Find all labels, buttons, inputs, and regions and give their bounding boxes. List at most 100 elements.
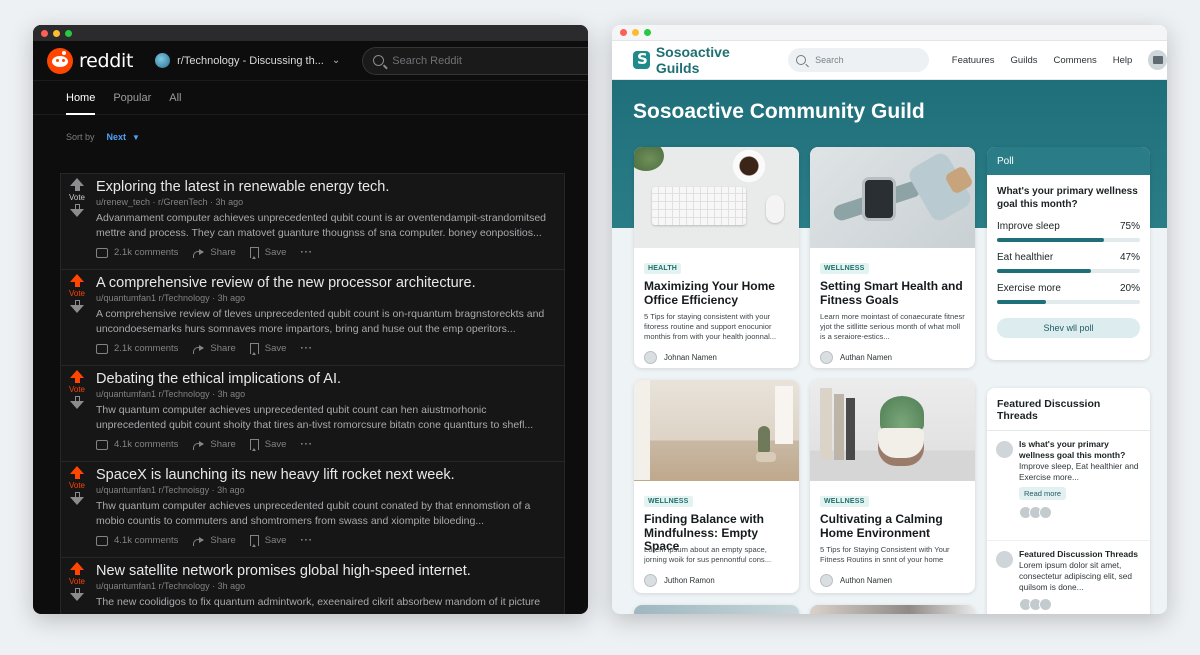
more-options-icon[interactable]: ··· [300,439,313,450]
downvote-arrow-icon[interactable] [70,401,84,409]
page-title: Sosoactive Community Guild [633,100,925,123]
nav-link-features[interactable]: Featuures [952,55,995,66]
nav-link-guilds[interactable]: Guilds [1011,55,1038,66]
save-button[interactable]: Save [249,247,286,259]
author-name[interactable]: Authon Namen [840,576,892,585]
participant-avatars [1019,506,1142,519]
community-selector[interactable]: r/Technology - Discussing th... ⌄ [155,53,340,68]
post-title[interactable]: SpaceX is launching its new heavy lift r… [96,467,556,483]
thread-item[interactable]: Is what's your primary wellness goal thi… [987,431,1150,541]
sort-dropdown[interactable]: Next [107,132,127,142]
vote-control: Vote [64,562,90,601]
poll-bar-fill [997,238,1105,242]
post-title[interactable]: New satellite network promises global hi… [96,563,556,579]
author-name[interactable]: Authan Namen [840,353,892,362]
poll-question: What's your primary wellness goal this m… [997,186,1138,210]
poll-option[interactable]: Improve sleep 75% [997,221,1140,242]
comments-button[interactable]: 4.1k comments [96,535,178,546]
tab-home[interactable]: Home [66,81,96,115]
tab-all[interactable]: All [169,81,181,115]
close-window-button[interactable] [620,29,627,36]
article-card[interactable]: HEALTH Maximizing Your Home Office Effic… [634,147,799,368]
card-title[interactable]: Maximizing Your Home Office Efficiency [644,279,789,307]
share-button[interactable]: Share [192,535,236,546]
upvote-arrow-icon[interactable] [70,178,84,186]
post-card[interactable]: Vote New satellite network promises glob… [61,558,564,614]
search-icon [373,55,385,66]
nav-link-help[interactable]: Help [1113,55,1133,66]
post-card[interactable]: Vote Debating the ethical implications o… [61,366,564,462]
post-text: Advanmament computer achieves unpreceden… [96,212,547,239]
downvote-arrow-icon[interactable] [70,209,84,217]
upvote-arrow-icon[interactable] [70,562,84,570]
share-button[interactable]: Share [192,439,236,450]
tab-popular[interactable]: Popular [113,81,151,115]
upvote-arrow-icon[interactable] [70,466,84,474]
upvote-arrow-icon[interactable] [70,274,84,282]
comment-icon [96,535,108,546]
card-title[interactable]: Cultivating a Calming Home Environment [820,512,965,540]
share-button[interactable]: Share [192,247,236,258]
poll-bar-fill [997,269,1092,273]
user-avatar-icon[interactable] [1148,50,1167,70]
article-card-partial[interactable] [634,605,799,614]
upvote-arrow-icon[interactable] [70,370,84,378]
post-title[interactable]: Debating the ethical implications of AI. [96,371,556,387]
card-title[interactable]: Setting Smart Health and Fitness Goals [820,279,965,307]
nav-link-comments[interactable]: Commens [1053,55,1096,66]
downvote-arrow-icon[interactable] [70,305,84,313]
post-card[interactable]: Vote A comprehensive review of the new p… [61,270,564,366]
post-text: The new coolidigos to fix quantum admint… [96,596,541,608]
guild-logo-icon[interactable] [633,50,650,69]
save-button[interactable]: Save [249,343,286,355]
read-more-button[interactable]: Read more [1019,487,1067,500]
reddit-logo-icon[interactable] [47,47,73,74]
downvote-arrow-icon[interactable] [70,497,84,505]
minimize-window-button[interactable] [632,29,639,36]
more-options-icon[interactable]: ··· [300,343,313,354]
reddit-wordmark[interactable]: reddit [79,50,133,72]
save-button[interactable]: Save [249,439,286,451]
reddit-titlebar [33,25,588,41]
article-card[interactable]: WELLNESS Finding Balance with Mindfulnes… [634,380,799,593]
post-text: Thw quantum computer achieves unpreceden… [96,404,534,431]
card-title[interactable]: Finding Balance with Mindfulness: Empty … [644,512,789,553]
comments-button[interactable]: 2.1k comments [96,247,178,258]
poll-option[interactable]: Exercise more 20% [997,283,1140,304]
post-actions: 4.1k comments Share Save ··· [96,535,556,547]
author-name[interactable]: Juthon Ramon [664,576,715,585]
author-name[interactable]: Johnan Namen [664,353,717,362]
guild-search-input[interactable]: Search [788,48,929,72]
post-card[interactable]: Vote SpaceX is launching its new heavy l… [61,462,564,558]
post-actions: 4.1k comments Share Save ··· [96,439,556,451]
save-button[interactable]: Save [249,535,286,547]
guild-brand[interactable]: Sosoactive Guilds [656,44,769,76]
post-title[interactable]: A comprehensive review of the new proces… [96,275,556,291]
guild-navbar: Sosoactive Guilds Search Featuures Guild… [612,41,1167,80]
comments-button[interactable]: 4.1k comments [96,439,178,450]
share-icon [192,344,205,354]
post-title[interactable]: Exploring the latest in renewable energy… [96,179,556,195]
article-card-partial[interactable] [810,605,975,614]
reddit-search-input[interactable]: Search Reddit [362,46,588,75]
show-poll-button[interactable]: Shev wll poll [997,318,1140,338]
caret-down-icon[interactable]: ▼ [132,133,140,142]
share-button[interactable]: Share [192,343,236,354]
thread-title[interactable]: Is what's your primary wellness goal thi… [1019,439,1142,461]
minimize-window-button[interactable] [53,29,60,37]
article-card[interactable]: WELLNESS Setting Smart Health and Fitnes… [810,147,975,368]
comments-button[interactable]: 2.1k comments [96,343,178,354]
maximize-window-button[interactable] [65,29,72,37]
guild-window: Sosoactive Guilds Search Featuures Guild… [612,25,1167,614]
close-window-button[interactable] [41,29,48,37]
vote-label: Vote [68,481,85,490]
more-options-icon[interactable]: ··· [300,247,313,258]
post-card[interactable]: Vote Exploring the latest in renewable e… [61,174,564,270]
article-card[interactable]: WELLNESS Cultivating a Calming Home Envi… [810,380,975,593]
thread-title[interactable]: Featured Discussion Threads [1019,549,1142,560]
more-options-icon[interactable]: ··· [300,535,313,546]
maximize-window-button[interactable] [644,29,651,36]
downvote-arrow-icon[interactable] [70,593,84,601]
thread-item[interactable]: Featured Discussion Threads Lorem ipsum … [987,541,1150,614]
poll-option[interactable]: Eat healthier 47% [997,252,1140,273]
